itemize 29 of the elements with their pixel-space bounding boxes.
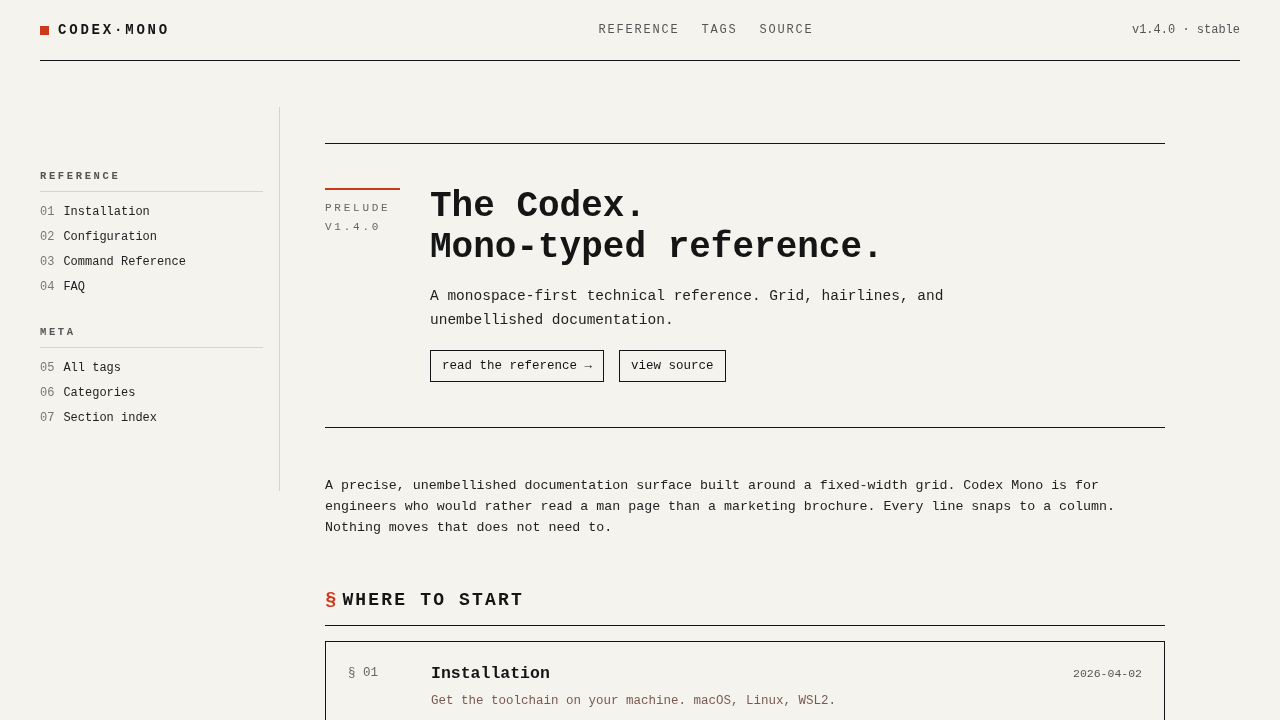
- site-logo[interactable]: CODEX·MONO: [58, 19, 170, 41]
- sidebar-item[interactable]: 03 Command Reference: [40, 249, 263, 275]
- hero-button[interactable]: read the reference →: [430, 350, 605, 382]
- version-label: v1.4.0 · stable: [1131, 22, 1240, 39]
- sidebar-item[interactable]: 02 Configuration: [40, 224, 263, 250]
- card-description: Get the toolchain on your machine. macOS, Linux, WSL2.: [431, 693, 838, 711]
- hero-button[interactable]: view source: [619, 350, 726, 382]
- intro-paragraph: A precise, unembellished documentation surface built around a fixed-width grid. Codex Mono is for engineers who would rather read a man page than a marketing brochure. Every line snaps to a column. Nothing moves that does not need to.: [325, 477, 1116, 537]
- sidebar-heading: REFERENCE: [40, 169, 263, 192]
- sidebar-item[interactable]: 07 Section index: [40, 405, 263, 431]
- nav-link[interactable]: SOURCE: [759, 21, 814, 39]
- sidebar-heading: META: [40, 324, 263, 348]
- card-title: Installation: [431, 662, 551, 685]
- card-date: 2026-04-02: [1073, 665, 1142, 682]
- nav-link[interactable]: TAGS: [701, 21, 738, 39]
- sidebar-item[interactable]: 01 Installation: [40, 199, 263, 225]
- sidebar-item[interactable]: 05 All tags: [40, 355, 263, 381]
- version-label: V1.4.0: [325, 219, 383, 235]
- hero-lead: A monospace-first technical reference. Grid, hairlines, and unembellished documentation.: [430, 287, 945, 330]
- section-mark: §: [325, 588, 337, 613]
- section-heading: WHERE TO START: [342, 588, 524, 612]
- hero-title: The Codex. Mono-typed reference.: [430, 186, 885, 268]
- logo-icon: [40, 25, 49, 35]
- sidebar-item[interactable]: 04 FAQ: [40, 274, 263, 300]
- sidebar-item[interactable]: 06 Categories: [40, 380, 263, 406]
- nav-link[interactable]: REFERENCE: [598, 21, 680, 39]
- topic-card[interactable]: § 01 Installation Get the toolchain on your machine. macOS, Linux, WSL2. 2026-04-02: [325, 640, 1165, 720]
- card-number: § 01: [348, 664, 379, 682]
- eyebrow-label: PRELUDE: [325, 201, 392, 216]
